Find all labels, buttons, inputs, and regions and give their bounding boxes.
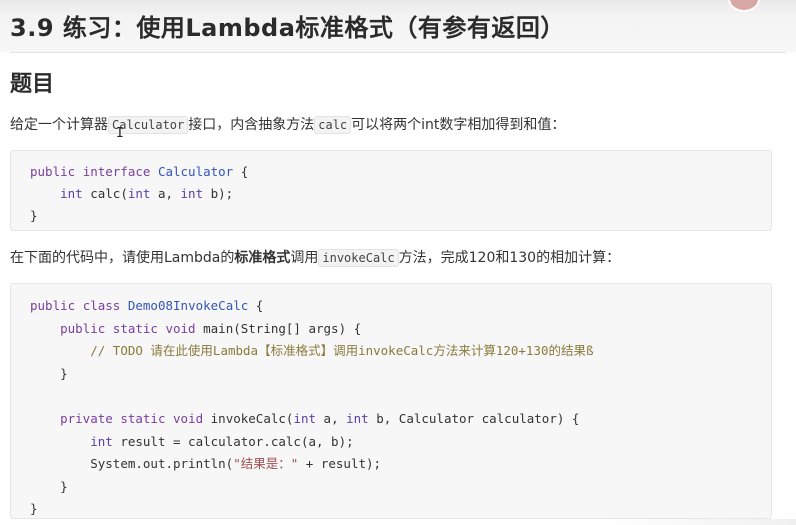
code-line: }: [30, 478, 68, 494]
para1-text-middle: 接口，内含抽象方法: [188, 117, 315, 133]
code-block-demo[interactable]: public class Demo08InvokeCalc { public s…: [10, 283, 772, 519]
para2-text-middle: 调用: [290, 250, 319, 266]
para2-bold-text: 标准格式: [234, 250, 291, 266]
page-title: 3.9 练习：使用Lambda标准格式（有参有返回）: [10, 14, 565, 42]
code-line: }: [30, 208, 38, 223]
para1-text-after: 可以将两个int数字相加得到和值：: [351, 117, 566, 133]
code-line: int result = calculator.calc(a, b);: [90, 433, 354, 449]
para2-text-after: 方法，完成120和130的相加计算：: [398, 250, 621, 266]
bottom-edge-shadow: [600, 519, 796, 525]
task-description: 在下面的代码中，请使用Lambda的标准格式调用 invokeCalc 方法，完成1…: [10, 247, 620, 267]
inline-code-invokecalc: invokeCalc: [318, 249, 399, 267]
para1-text-before: 给定一个计算器: [10, 117, 108, 133]
inline-code-calc: calc: [314, 116, 352, 134]
code-line: System.out.println("结果是：" + result);: [90, 456, 382, 472]
code-line: public class Demo08InvokeCalc {: [30, 298, 264, 313]
text-cursor-icon: I: [116, 126, 124, 141]
code-line: }: [30, 501, 38, 517]
section-heading: 题目: [10, 72, 55, 97]
code-line: }: [30, 365, 68, 381]
code-line: // TODO 请在此使用Lambda【标准格式】调用invokeCalc方法来…: [90, 343, 594, 359]
title-divider: [10, 52, 786, 53]
problem-description: 给定一个计算器 Calculator 接口，内含抽象方法 calc 可以将两个int数字…: [10, 114, 565, 134]
code-block-interface[interactable]: public interface Calculator { int calc(i…: [10, 150, 772, 231]
code-line: public static void main(String[] args) {: [60, 320, 362, 336]
code-line: private static void invokeCalc(int a, in…: [60, 410, 580, 426]
code-line: public interface Calculator {: [30, 164, 249, 179]
para2-text-before: 在下面的代码中，请使用Lambda的: [10, 250, 235, 266]
code-line: int calc(int a, int b);: [60, 186, 234, 201]
